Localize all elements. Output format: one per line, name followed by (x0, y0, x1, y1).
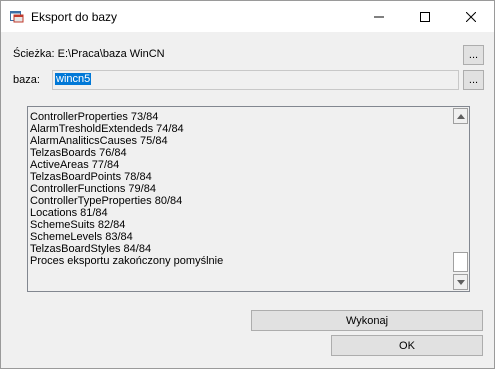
scroll-up-button[interactable] (453, 108, 468, 124)
log-line: ControllerProperties 73/84 (30, 111, 159, 123)
log-line: SchemeLevels 83/84 (30, 231, 133, 243)
database-field[interactable]: wincn5 (52, 70, 459, 90)
maximize-icon (420, 11, 430, 22)
export-log[interactable]: ControllerProperties 73/84 AlarmTresholdE… (27, 106, 470, 292)
log-line: AlarmTresholdExtendeds 74/84 (30, 123, 184, 135)
ok-button[interactable]: OK (331, 335, 483, 356)
minimize-icon (374, 16, 384, 17)
log-line: ControllerTypeProperties 80/84 (30, 195, 183, 207)
close-button[interactable] (448, 1, 494, 32)
log-line: SchemeSuits 82/84 (30, 219, 126, 231)
log-line: AlarmAnaliticsCauses 75/84 (30, 135, 168, 147)
database-value: wincn5 (55, 73, 92, 85)
database-label: baza: (13, 74, 40, 86)
log-scrollbar[interactable] (452, 107, 469, 291)
scroll-down-icon (456, 279, 465, 285)
log-line: TelzasBoardPoints 78/84 (30, 171, 152, 183)
scroll-up-icon (456, 113, 465, 119)
database-browse-button[interactable]: ... (463, 70, 484, 90)
minimize-button[interactable] (356, 1, 402, 32)
log-line: Proces eksportu zakończony pomyślnie (30, 255, 224, 267)
scroll-thumb[interactable] (453, 252, 468, 272)
app-window-icon (10, 11, 24, 23)
scroll-down-button[interactable] (453, 274, 468, 290)
window-title: Eksport do bazy (31, 10, 118, 24)
log-line: TelzasBoards 76/84 (30, 147, 127, 159)
path-browse-button[interactable]: ... (463, 45, 484, 65)
log-line: ActiveAreas 77/84 (30, 159, 120, 171)
path-label: Ścieżka: E:\Praca\baza WinCN (13, 48, 165, 60)
close-icon (466, 11, 476, 22)
export-dialog: Eksport do bazy Ścieżka: E:\Praca\baza W… (0, 0, 495, 369)
execute-button[interactable]: Wykonaj (251, 310, 483, 331)
maximize-button[interactable] (402, 1, 448, 32)
log-line: TelzasBoardStyles 84/84 (30, 243, 152, 255)
log-line: Locations 81/84 (30, 207, 108, 219)
title-bar: Eksport do bazy (1, 1, 494, 32)
log-line: ControllerFunctions 79/84 (30, 183, 156, 195)
log-lines: ControllerProperties 73/84 AlarmTresholdE… (30, 111, 450, 267)
